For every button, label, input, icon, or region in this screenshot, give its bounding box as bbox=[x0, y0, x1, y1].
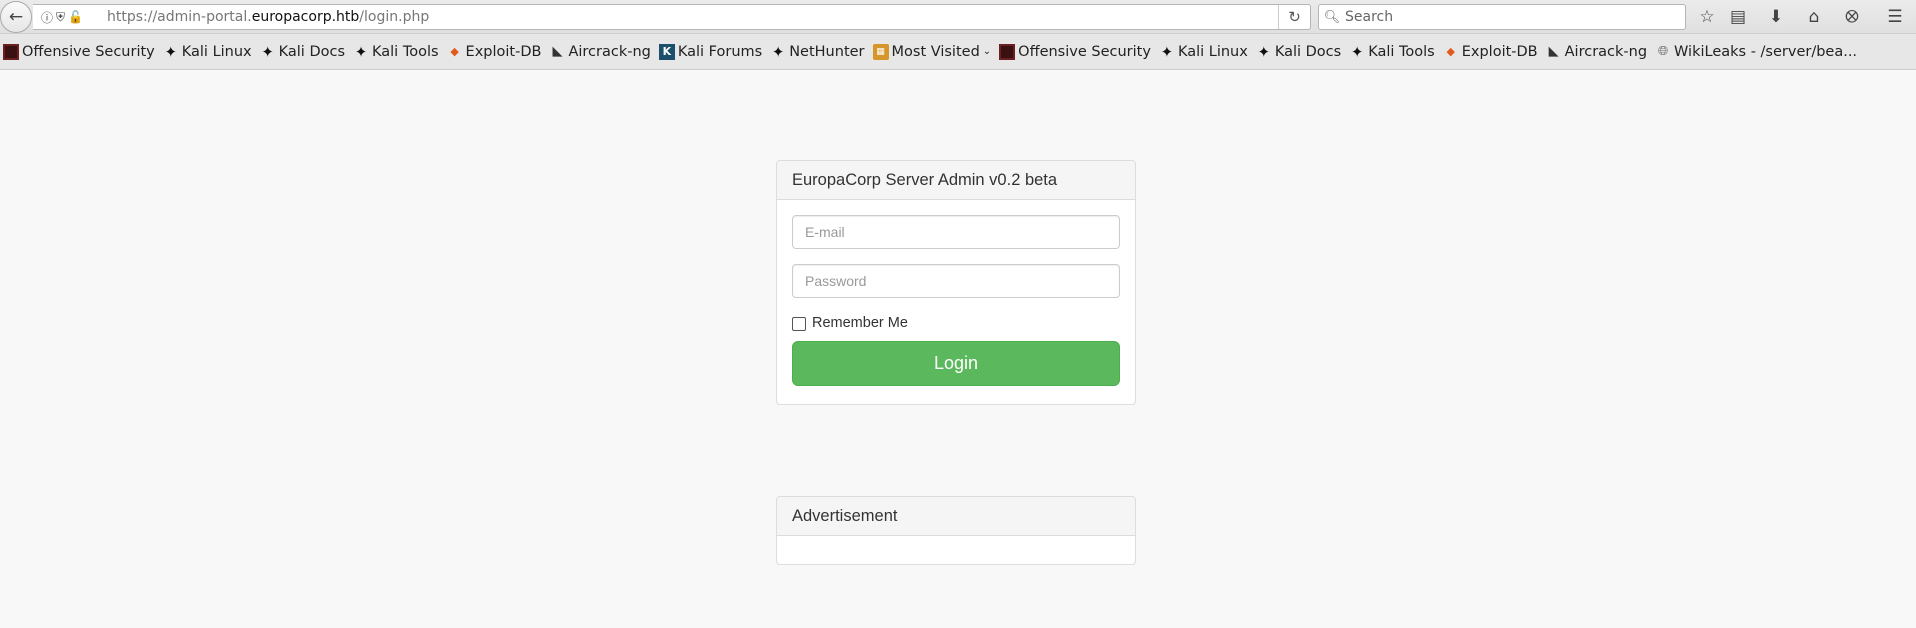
shield-icon[interactable]: ⛨ bbox=[56, 10, 65, 25]
menu-button[interactable]: ☰ bbox=[1883, 5, 1907, 29]
folder-icon: ▦ bbox=[872, 43, 889, 60]
bookmark-kali-linux-2[interactable]: ✦ Kali Linux bbox=[1159, 42, 1248, 61]
login-panel-title: EuropaCorp Server Admin v0.2 beta bbox=[777, 161, 1135, 200]
star-icon: ☆ bbox=[1699, 7, 1715, 27]
url-prefix: https://admin-portal. bbox=[107, 9, 252, 25]
search-bar[interactable]: 🔍︎ Search bbox=[1318, 4, 1686, 30]
kali-dragon-icon: ✦ bbox=[1350, 42, 1364, 61]
bookmark-label: Aircrack-ng bbox=[568, 43, 651, 60]
bookmark-kali-tools[interactable]: ✦ Kali Tools bbox=[353, 42, 439, 61]
remember-me-row[interactable]: Remember Me bbox=[792, 315, 1120, 331]
bookmark-label: NetHunter bbox=[789, 43, 865, 60]
info-icon[interactable]: ⓘ bbox=[41, 9, 53, 26]
kali-dragon-icon: ✦ bbox=[1257, 42, 1271, 61]
password-field[interactable] bbox=[792, 264, 1120, 298]
bookmark-label: Exploit-DB bbox=[465, 43, 542, 60]
bookmark-star-button[interactable]: ☆ bbox=[1695, 5, 1719, 29]
remember-me-label: Remember Me bbox=[812, 315, 908, 331]
url-bar[interactable]: ⓘ ⛨ 🔓 https://admin-portal.europacorp.ht… bbox=[33, 4, 1311, 30]
bookmark-label: Kali Linux bbox=[181, 43, 252, 60]
remember-me-checkbox[interactable] bbox=[792, 317, 806, 331]
login-panel: EuropaCorp Server Admin v0.2 beta Rememb… bbox=[776, 160, 1136, 405]
kali-forums-icon: K bbox=[658, 43, 675, 60]
home-button[interactable]: ⌂ bbox=[1802, 5, 1826, 29]
kali-dragon-icon: ✦ bbox=[354, 42, 368, 61]
bookmark-label: Most Visited bbox=[891, 43, 980, 60]
insecure-lock-icon[interactable]: 🔓 bbox=[68, 10, 83, 24]
back-button[interactable]: ← bbox=[0, 1, 32, 33]
bookmark-label: Kali Docs bbox=[1274, 43, 1342, 60]
exploit-db-icon: ◆ bbox=[1446, 45, 1455, 58]
kali-dragon-icon: ✦ bbox=[771, 42, 785, 61]
bookmark-offensive-security-2[interactable]: Offensive Security bbox=[999, 43, 1151, 60]
advertisement-panel: Advertisement bbox=[776, 496, 1136, 565]
navigation-toolbar: ← ⓘ ⛨ 🔓 https://admin-portal.europacorp.… bbox=[0, 0, 1916, 34]
bookmark-aircrack-ng-2[interactable]: ◣ Aircrack-ng bbox=[1546, 44, 1647, 60]
globe-icon: 🌐︎ bbox=[1657, 44, 1669, 59]
bookmark-label: Aircrack-ng bbox=[1564, 43, 1648, 60]
bookmark-aircrack-ng[interactable]: ◣ Aircrack-ng bbox=[549, 44, 650, 60]
kali-dragon-icon: ✦ bbox=[261, 42, 274, 61]
bookmark-label: Kali Docs bbox=[278, 43, 346, 60]
bookmark-folder-most-visited[interactable]: ▦ Most Visited ⌄ bbox=[872, 43, 992, 60]
bookmark-kali-docs-2[interactable]: ✦ Kali Docs bbox=[1256, 42, 1342, 61]
bookmark-label: WikiLeaks - /server/bea... bbox=[1674, 43, 1858, 60]
url-path: /login.php bbox=[359, 9, 430, 25]
offsec-icon bbox=[999, 43, 1016, 60]
menu-icon: ☰ bbox=[1887, 7, 1903, 27]
bookmark-label: Kali Forums bbox=[677, 43, 763, 60]
bookmark-label: Offensive Security bbox=[22, 43, 155, 60]
bookmark-label: Kali Tools bbox=[1368, 43, 1435, 60]
home-icon: ⌂ bbox=[1808, 7, 1820, 27]
login-form: Remember Me Login bbox=[777, 200, 1135, 401]
reading-list-icon: ▤ bbox=[1729, 7, 1747, 27]
email-field[interactable] bbox=[792, 215, 1120, 249]
login-button[interactable]: Login bbox=[792, 341, 1120, 386]
pocket-button[interactable]: ⭙ bbox=[1840, 5, 1864, 29]
download-icon: ⬇ bbox=[1768, 7, 1784, 27]
exploit-db-icon: ◆ bbox=[450, 45, 459, 58]
bookmark-wikileaks[interactable]: 🌐︎ WikiLeaks - /server/bea... bbox=[1655, 44, 1857, 60]
url-text[interactable]: https://admin-portal.europacorp.htb/logi… bbox=[95, 9, 1310, 25]
search-placeholder: Search bbox=[1345, 9, 1394, 25]
bookmark-label: Exploit-DB bbox=[1461, 43, 1538, 60]
bookmark-label: Kali Linux bbox=[1177, 43, 1248, 60]
pocket-icon: ⭙ bbox=[1845, 7, 1859, 27]
bookmark-kali-linux[interactable]: ✦ Kali Linux bbox=[163, 42, 252, 61]
bookmark-kali-tools-2[interactable]: ✦ Kali Tools bbox=[1349, 42, 1435, 61]
kali-dragon-icon: ✦ bbox=[1160, 42, 1174, 61]
reload-button[interactable]: ↻ bbox=[1278, 5, 1310, 29]
url-domain: europacorp.htb bbox=[251, 9, 360, 25]
reload-icon: ↻ bbox=[1288, 8, 1301, 26]
search-icon: 🔍︎ bbox=[1323, 9, 1341, 25]
bookmark-kali-docs[interactable]: ✦ Kali Docs bbox=[260, 42, 346, 61]
offsec-icon bbox=[3, 43, 19, 60]
aircrack-icon: ◣ bbox=[552, 44, 563, 59]
advertisement-title: Advertisement bbox=[777, 497, 1135, 536]
back-arrow-icon: ← bbox=[8, 7, 24, 27]
chevron-down-icon: ⌄ bbox=[982, 46, 992, 57]
kali-dragon-icon: ✦ bbox=[164, 42, 178, 61]
bookmark-offensive-security[interactable]: Offensive Security bbox=[3, 43, 155, 60]
bookmark-exploit-db[interactable]: ◆ Exploit-DB bbox=[447, 43, 542, 60]
bookmark-label: Offensive Security bbox=[1018, 43, 1151, 60]
downloads-button[interactable]: ⬇ bbox=[1764, 5, 1788, 29]
reading-list-button[interactable]: ▤ bbox=[1726, 5, 1750, 29]
bookmark-nethunter[interactable]: ✦ NetHunter bbox=[770, 42, 865, 61]
bookmarks-toolbar: Offensive Security ✦ Kali Linux ✦ Kali Doc… bbox=[0, 34, 1916, 70]
aircrack-icon: ◣ bbox=[1548, 44, 1559, 59]
bookmark-label: Kali Tools bbox=[372, 43, 439, 60]
identity-icons[interactable]: ⓘ ⛨ 🔓 bbox=[33, 9, 95, 26]
bookmark-kali-forums[interactable]: K Kali Forums bbox=[658, 43, 763, 60]
bookmark-exploit-db-2[interactable]: ◆ Exploit-DB bbox=[1443, 43, 1538, 60]
